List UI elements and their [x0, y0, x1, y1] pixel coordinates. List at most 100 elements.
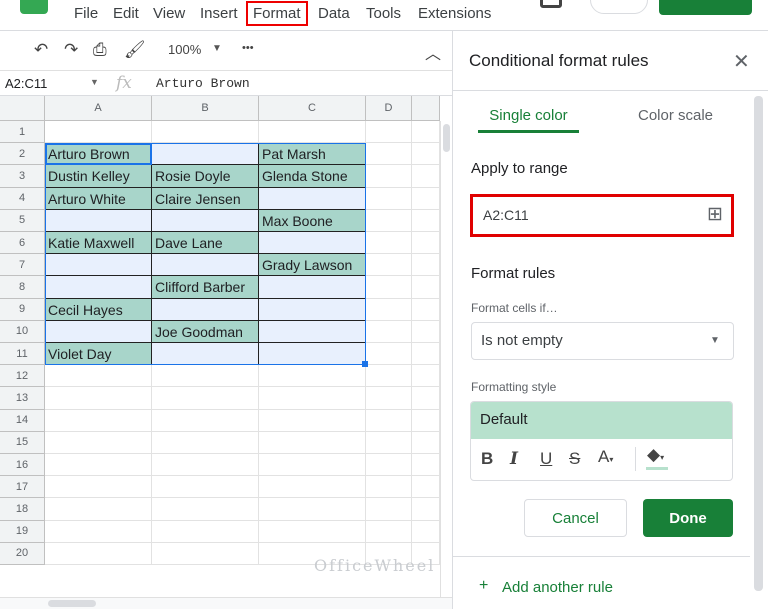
cell[interactable] — [45, 409, 152, 432]
cell[interactable] — [259, 232, 366, 255]
cell[interactable] — [45, 209, 152, 232]
cell[interactable]: Claire Jensen — [152, 187, 259, 210]
cell[interactable] — [412, 209, 440, 232]
cell[interactable] — [45, 276, 152, 299]
cell[interactable] — [152, 542, 259, 565]
horizontal-scrollbar[interactable] — [0, 597, 452, 609]
italic-icon[interactable]: I — [510, 449, 518, 469]
row-header[interactable]: 9 — [0, 298, 45, 321]
cell[interactable] — [366, 431, 412, 454]
cell[interactable]: Grady Lawson — [259, 254, 366, 277]
cell[interactable] — [45, 387, 152, 410]
cell[interactable] — [412, 520, 440, 543]
cell[interactable] — [259, 431, 366, 454]
menu-view[interactable]: View — [151, 5, 187, 22]
cell[interactable] — [366, 143, 412, 166]
cell[interactable] — [412, 232, 440, 255]
formula-input[interactable]: Arturo Brown — [156, 76, 250, 91]
cell[interactable]: Violet Day — [45, 343, 152, 366]
cell[interactable] — [45, 454, 152, 477]
cell[interactable] — [259, 365, 366, 388]
cell[interactable] — [366, 232, 412, 255]
bold-icon[interactable]: B — [481, 449, 493, 469]
cell[interactable] — [152, 343, 259, 366]
row-header[interactable]: 1 — [0, 121, 45, 144]
cell[interactable]: Glenda Stone — [259, 165, 366, 188]
sheets-logo[interactable] — [20, 0, 48, 14]
cell[interactable] — [45, 431, 152, 454]
cell[interactable] — [412, 298, 440, 321]
fill-color-icon[interactable]: ◆▾ — [647, 445, 664, 465]
collapse-icon[interactable]: ︿ — [425, 40, 441, 64]
cell[interactable] — [412, 254, 440, 277]
row-header[interactable]: 15 — [0, 431, 45, 454]
zoom-select[interactable]: 100% — [168, 42, 201, 57]
column-header[interactable]: A — [45, 96, 152, 121]
row-header[interactable]: 18 — [0, 498, 45, 521]
row-header[interactable]: 13 — [0, 387, 45, 410]
cell[interactable]: Arturo White — [45, 187, 152, 210]
cell[interactable] — [412, 121, 440, 144]
cell[interactable] — [152, 209, 259, 232]
zoom-dropdown-icon[interactable]: ▼ — [212, 43, 222, 54]
range-input[interactable]: A2:C11 ⊞ — [470, 194, 734, 237]
cell[interactable] — [152, 409, 259, 432]
cell[interactable]: Joe Goodman — [152, 320, 259, 343]
name-box[interactable]: A2:C11 — [5, 76, 47, 91]
cell[interactable] — [259, 276, 366, 299]
cell[interactable] — [259, 454, 366, 477]
cell[interactable]: Katie Maxwell — [45, 232, 152, 255]
tab-color-scale[interactable]: Color scale — [638, 107, 713, 124]
row-header[interactable]: 2 — [0, 143, 45, 166]
select-all-corner[interactable] — [0, 96, 45, 121]
select-range-icon[interactable]: ⊞ — [707, 203, 723, 226]
cell[interactable] — [366, 254, 412, 277]
cell[interactable] — [412, 276, 440, 299]
column-header[interactable]: C — [259, 96, 366, 121]
spreadsheet-grid[interactable]: A B C D 1 2 Arturo Brown Pat Marsh 3 Dustin Kelle… — [0, 96, 452, 596]
cell[interactable] — [152, 365, 259, 388]
column-header[interactable]: D — [366, 96, 412, 121]
condition-select[interactable]: Is not empty ▼ — [471, 322, 734, 360]
cell[interactable] — [259, 476, 366, 499]
cell[interactable]: Pat Marsh — [259, 143, 366, 166]
redo-icon[interactable]: ↷ — [64, 40, 78, 60]
cell[interactable] — [45, 520, 152, 543]
cell[interactable] — [152, 520, 259, 543]
cell[interactable] — [259, 343, 366, 366]
cell[interactable] — [366, 498, 412, 521]
cell[interactable] — [412, 431, 440, 454]
cell[interactable] — [366, 343, 412, 366]
share-button[interactable] — [659, 0, 752, 15]
cell[interactable] — [366, 209, 412, 232]
cell[interactable] — [152, 121, 259, 144]
cell[interactable] — [259, 121, 366, 144]
cell[interactable]: Rosie Doyle — [152, 165, 259, 188]
cell[interactable] — [412, 365, 440, 388]
cell[interactable] — [45, 320, 152, 343]
row-header[interactable]: 11 — [0, 343, 45, 366]
cell[interactable] — [412, 187, 440, 210]
cell[interactable]: Clifford Barber — [152, 276, 259, 299]
cell[interactable] — [45, 254, 152, 277]
cell[interactable] — [152, 143, 259, 166]
cell[interactable] — [366, 121, 412, 144]
row-header[interactable]: 5 — [0, 209, 45, 232]
column-header[interactable]: B — [152, 96, 259, 121]
text-color-icon[interactable]: A▾ — [598, 447, 613, 467]
cell[interactable] — [259, 320, 366, 343]
cell[interactable] — [152, 254, 259, 277]
cell[interactable] — [366, 165, 412, 188]
row-header[interactable]: 6 — [0, 232, 45, 255]
cell[interactable] — [152, 454, 259, 477]
menu-insert[interactable]: Insert — [198, 5, 240, 22]
fill-handle[interactable] — [362, 361, 368, 368]
menu-file[interactable]: File — [72, 5, 100, 22]
row-header[interactable]: 20 — [0, 542, 45, 565]
cell[interactable]: Dave Lane — [152, 232, 259, 255]
cell[interactable] — [259, 409, 366, 432]
column-header[interactable] — [412, 96, 440, 121]
print-icon[interactable]: ⎙ — [93, 40, 107, 60]
cell[interactable] — [412, 476, 440, 499]
more-icon[interactable]: ••• — [242, 42, 254, 54]
